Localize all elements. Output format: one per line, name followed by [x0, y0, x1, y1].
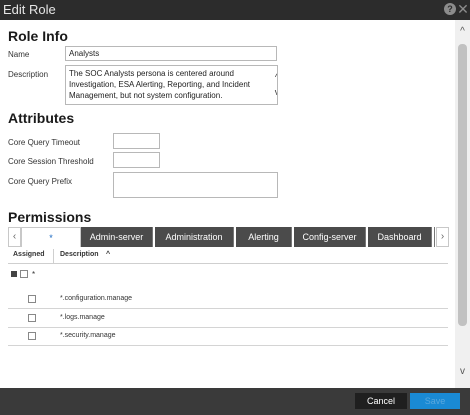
assigned-checkbox[interactable]: [28, 314, 36, 322]
group-label: *: [32, 270, 36, 279]
description-scroll-down-icon[interactable]: v: [272, 87, 277, 98]
permissions-table-header: Assigned Description ^: [8, 249, 448, 264]
core-query-timeout-field[interactable]: [113, 133, 160, 149]
role-info-heading: Role Info: [8, 28, 68, 44]
tab-config-server[interactable]: Config-server: [294, 227, 366, 247]
tab-alerting[interactable]: Alerting: [236, 227, 292, 247]
permission-description: *.logs.manage: [60, 314, 105, 321]
core-query-timeout-label: Core Query Timeout: [8, 138, 81, 147]
description-field[interactable]: The SOC Analysts persona is centered aro…: [65, 65, 278, 105]
permission-description: *.configuration.manage: [60, 295, 132, 302]
group-select-checkbox[interactable]: [20, 270, 28, 278]
core-query-prefix-label: Core Query Prefix: [8, 177, 73, 186]
description-label: Description: [8, 70, 49, 79]
dialog-titlebar: Edit Role ? ✕: [0, 0, 470, 20]
content-scrollbar[interactable]: ^ v: [455, 20, 470, 388]
permission-tabs: ‹ * Admin-server Administration Alerting…: [8, 227, 449, 247]
group-row: *: [8, 268, 448, 282]
tab-administration[interactable]: Administration: [155, 227, 234, 247]
tab-scroll-left-icon[interactable]: ‹: [8, 227, 21, 247]
dialog-footer: Cancel Save: [0, 388, 470, 415]
edit-role-dialog: Edit Role ? ✕ Role Info Name Analysts De…: [0, 0, 470, 415]
permissions-heading: Permissions: [8, 209, 92, 225]
tab-scroll-right-icon[interactable]: ›: [436, 227, 449, 247]
core-query-prefix-field[interactable]: [113, 172, 278, 198]
tab-admin-server[interactable]: Admin-server: [81, 227, 153, 247]
help-icon[interactable]: ?: [444, 3, 456, 15]
dialog-content: Role Info Name Analysts Description The …: [0, 20, 455, 388]
name-label: Name: [8, 50, 30, 59]
description-scroll-up-icon[interactable]: ^: [272, 72, 277, 83]
description-column-header[interactable]: Description: [60, 251, 99, 258]
assigned-column-header[interactable]: Assigned: [13, 251, 45, 258]
sort-asc-icon[interactable]: ^: [106, 251, 110, 258]
dialog-title: Edit Role: [3, 2, 56, 17]
scroll-thumb[interactable]: [458, 44, 467, 326]
assigned-checkbox[interactable]: [28, 295, 36, 303]
tab-dashboard[interactable]: Dashboard: [368, 227, 432, 247]
scroll-up-icon[interactable]: ^: [455, 26, 470, 38]
description-text: The SOC Analysts persona is centered aro…: [69, 69, 251, 100]
core-session-threshold-field[interactable]: [113, 152, 160, 168]
core-session-threshold-label: Core Session Threshold: [8, 157, 94, 166]
scroll-down-icon[interactable]: v: [455, 366, 470, 378]
table-row: *.security.manage: [8, 327, 448, 346]
column-divider: [53, 249, 54, 263]
table-row: *.logs.manage: [8, 309, 448, 328]
tab-all[interactable]: *: [21, 227, 81, 247]
save-button[interactable]: Save: [410, 393, 460, 409]
name-field[interactable]: Analysts: [65, 46, 277, 61]
attributes-heading: Attributes: [8, 110, 75, 126]
table-row: *.configuration.manage: [8, 290, 448, 309]
tab-overflow: [434, 227, 435, 247]
permission-description: *.security.manage: [60, 332, 116, 339]
cancel-button[interactable]: Cancel: [355, 393, 407, 409]
close-icon[interactable]: ✕: [457, 1, 469, 17]
assigned-checkbox[interactable]: [28, 332, 36, 340]
collapse-group-icon[interactable]: [11, 271, 17, 277]
